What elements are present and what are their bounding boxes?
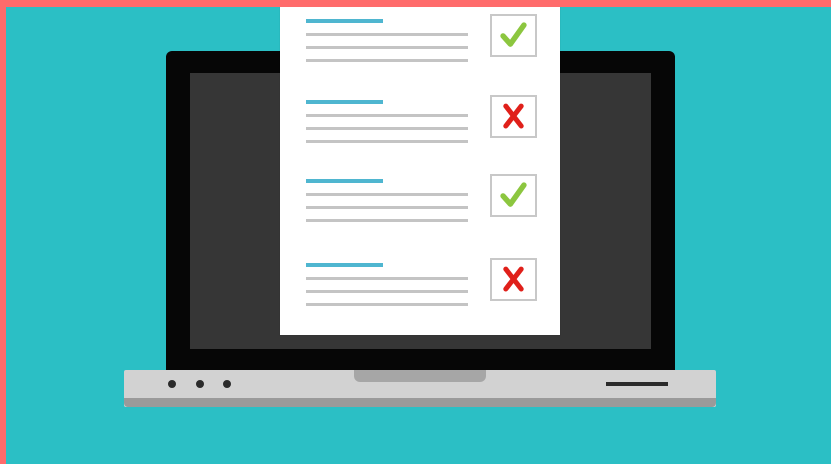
item-heading-bar bbox=[306, 100, 383, 104]
checklist-item bbox=[280, 14, 560, 79]
checkbox bbox=[490, 95, 537, 138]
item-text-line bbox=[306, 193, 468, 196]
item-heading-bar bbox=[306, 19, 383, 23]
checkbox bbox=[490, 174, 537, 217]
item-text-line bbox=[306, 277, 468, 280]
laptop-base-edge bbox=[124, 398, 716, 407]
indicator-light-icon bbox=[168, 380, 176, 388]
illustration-background bbox=[6, 7, 831, 464]
item-text-line bbox=[306, 46, 468, 49]
speaker-grille-icon bbox=[606, 382, 668, 386]
item-text-line bbox=[306, 114, 468, 117]
item-heading-bar bbox=[306, 179, 383, 183]
checklist-document bbox=[280, 7, 560, 335]
item-text-line bbox=[306, 33, 468, 36]
item-text-line bbox=[306, 140, 468, 143]
item-text-line bbox=[306, 59, 468, 62]
item-text-line bbox=[306, 127, 468, 130]
checklist-item bbox=[280, 174, 560, 239]
item-text-line bbox=[306, 303, 468, 306]
item-heading-bar bbox=[306, 263, 383, 267]
checkbox bbox=[490, 14, 537, 57]
checkmark-icon bbox=[500, 22, 527, 47]
checkmark-icon bbox=[500, 182, 527, 207]
checklist-item bbox=[280, 258, 560, 323]
illustration-frame bbox=[0, 0, 831, 464]
indicator-light-icon bbox=[223, 380, 231, 388]
item-text-line bbox=[306, 219, 468, 222]
indicator-light-icon bbox=[196, 380, 204, 388]
item-text-line bbox=[306, 206, 468, 209]
item-text-line bbox=[306, 290, 468, 293]
cross-icon bbox=[503, 103, 524, 129]
laptop-base bbox=[124, 370, 716, 407]
laptop-notch bbox=[354, 370, 486, 382]
checklist-item bbox=[280, 95, 560, 160]
checkbox bbox=[490, 258, 537, 301]
cross-icon bbox=[503, 266, 524, 292]
